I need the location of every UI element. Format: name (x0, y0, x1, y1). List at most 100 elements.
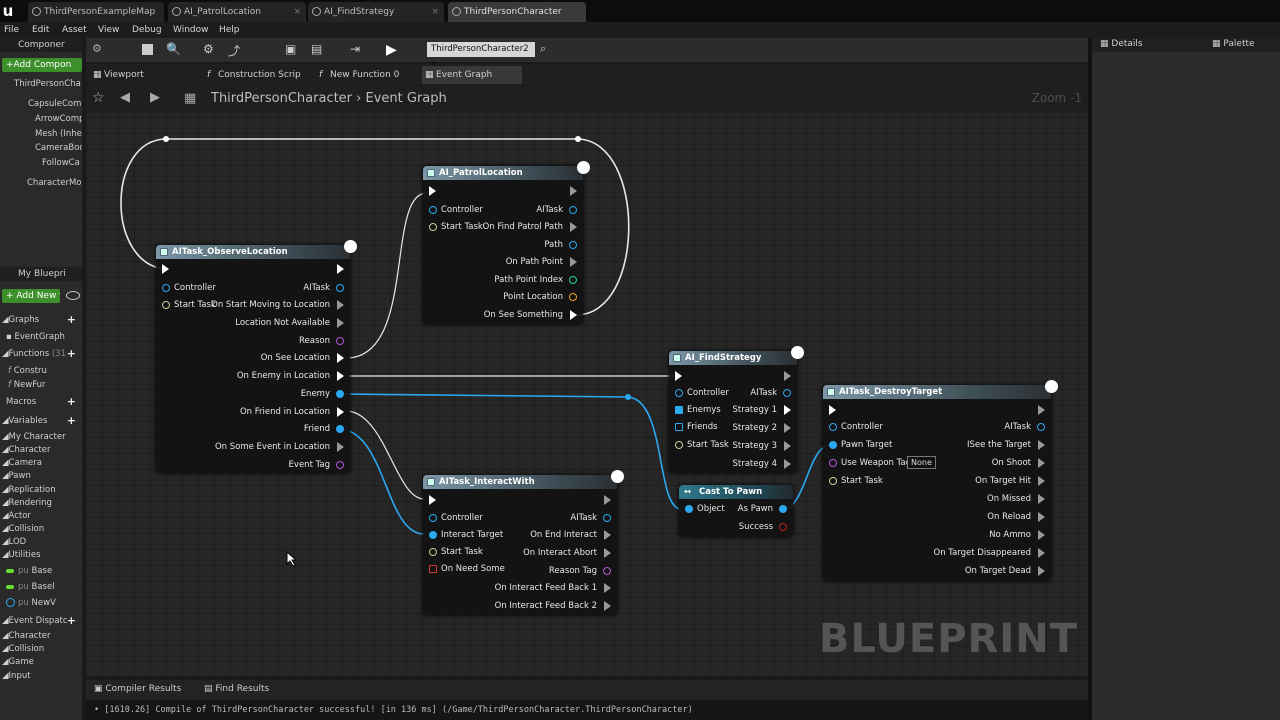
exec-out-pin[interactable] (1038, 440, 1045, 450)
breadcrumb-leaf[interactable]: Event Graph (366, 91, 447, 106)
doc-tab-map[interactable]: ThirdPersonExampleMap (28, 2, 164, 22)
starttask-pin[interactable] (429, 548, 437, 556)
graphs-section[interactable]: ◢Graphs (2, 314, 39, 326)
menu-edit[interactable]: Edit (32, 22, 49, 38)
palette-tab[interactable]: ▦ Palette (1212, 39, 1255, 49)
var-category[interactable]: ◢Actor (2, 510, 31, 522)
ed-category[interactable]: ◢Collision (2, 643, 44, 655)
exec-out-pin[interactable] (604, 530, 611, 540)
weapon-tag-field[interactable]: None (907, 456, 936, 469)
event-graph-canvas[interactable]: ☆ ◀ ▶ ▦ ThirdPersonCharacter › Event Gra… (86, 85, 1088, 676)
exec-out-pin[interactable] (337, 353, 344, 363)
node-interact-with[interactable]: AITask_InteractWith Controller Interact … (423, 470, 624, 615)
tab-new-function[interactable]: f New Function 0 (316, 66, 416, 84)
exec-out-pin[interactable] (784, 459, 791, 469)
node-destroy-target[interactable]: AITask_DestroyTarget Controller Pawn Tar… (823, 380, 1058, 581)
eventgraph-item[interactable]: ▪ EventGraph (6, 331, 65, 343)
doc-tab-findstrategy[interactable]: AI_FindStrategy × (308, 2, 444, 22)
functions-section[interactable]: ◢Functions (31 (2, 348, 66, 360)
breadcrumb-root[interactable]: ThirdPersonCharacter (211, 91, 352, 106)
exec-out-pin[interactable] (604, 583, 611, 593)
doc-tab-character[interactable]: ThirdPersonCharacter (448, 2, 586, 22)
friends-array-pin[interactable] (675, 423, 683, 431)
weapontag-pin[interactable] (829, 459, 837, 467)
class-settings-icon[interactable]: ⚙ (203, 42, 219, 58)
add-macro-icon[interactable]: + (67, 396, 76, 408)
tab-viewport[interactable]: ▦ Viewport (90, 66, 196, 84)
aitask-pin[interactable] (783, 389, 791, 397)
function-item[interactable]: f NewFur (8, 379, 46, 391)
var-category[interactable]: ◢Camera (2, 457, 42, 469)
eye-icon[interactable] (66, 291, 80, 300)
interacttarget-pin[interactable] (429, 531, 437, 539)
reroute-node[interactable] (163, 136, 169, 142)
tree-item-capsule[interactable]: CapsuleCom (28, 98, 81, 110)
object-pin[interactable] (685, 505, 693, 513)
exec-out-pin[interactable] (604, 495, 611, 505)
add-component-button[interactable]: +Add Compon (2, 58, 82, 72)
details-tab[interactable]: ▦ Details (1100, 39, 1143, 49)
node-cast-to-pawn[interactable]: ↔ Cast To Pawn Object As Pawn Success (679, 485, 793, 537)
controller-pin[interactable] (829, 423, 837, 431)
controller-pin[interactable] (675, 389, 683, 397)
exec-out-pin[interactable] (1038, 548, 1045, 558)
node-observe-location[interactable]: AITask_ObserveLocation Controller Start … (156, 240, 357, 473)
var-category[interactable]: ◢My Character (2, 431, 66, 443)
needsome-pin[interactable] (429, 565, 437, 573)
exec-in-pin[interactable] (162, 264, 169, 274)
compile-options-icon[interactable]: ⚙ (92, 42, 108, 58)
exec-out-pin[interactable] (570, 222, 577, 232)
exec-out-pin[interactable] (784, 441, 791, 451)
exec-out-pin[interactable] (337, 442, 344, 452)
reroute-node[interactable] (575, 136, 581, 142)
var-category[interactable]: ◢Character (2, 444, 51, 456)
simulation-icon[interactable]: ▣ (285, 42, 301, 58)
find-results-tab[interactable]: ▤ Find Results (204, 684, 269, 694)
starttask-pin[interactable] (675, 441, 683, 449)
exec-out-pin[interactable] (1038, 494, 1045, 504)
exec-out-pin[interactable] (1038, 512, 1045, 522)
as-pawn-pin[interactable] (779, 505, 787, 513)
exec-out-pin[interactable] (1038, 530, 1045, 540)
aitask-pin[interactable] (569, 206, 577, 214)
menu-debug[interactable]: Debug (132, 22, 162, 38)
exec-out-pin[interactable] (1038, 458, 1045, 468)
variable-item[interactable]: pu NewV (6, 597, 56, 609)
exec-out-pin[interactable] (570, 186, 577, 196)
exec-out-pin[interactable] (784, 423, 791, 433)
exec-out-pin[interactable] (1038, 566, 1045, 576)
tree-item-cameraboom[interactable]: CameraBoo (35, 142, 82, 154)
exec-out-pin[interactable] (337, 407, 344, 417)
friend-pin[interactable] (336, 425, 344, 433)
exec-out-pin[interactable] (604, 601, 611, 611)
exec-out-pin[interactable] (784, 405, 791, 415)
find-icon[interactable]: ▤ (311, 42, 327, 58)
node-patrol-location[interactable]: AI_PatrolLocation Controller Start Task … (423, 161, 590, 324)
controller-pin[interactable] (429, 514, 437, 522)
debug-step-icon[interactable]: ⇥ (350, 42, 366, 58)
forward-arrow-icon[interactable]: ▶ (150, 90, 160, 105)
class-defaults-icon[interactable]: ⤴ (228, 42, 244, 58)
ed-category[interactable]: ◢Character (2, 630, 51, 642)
magnifier-icon[interactable]: ⌕ (540, 42, 556, 58)
var-category[interactable]: ◢Replication (2, 484, 56, 496)
var-category[interactable]: ◢Collision (2, 523, 44, 535)
enemys-array-pin[interactable] (675, 406, 683, 414)
controller-pin[interactable] (429, 206, 437, 214)
ed-category[interactable]: ◢Input (2, 670, 31, 682)
path-pin[interactable] (569, 241, 577, 249)
menu-file[interactable]: File (4, 22, 19, 38)
aitask-pin[interactable] (603, 514, 611, 522)
doc-tab-patrol[interactable]: AI_PatrolLocation × (168, 2, 306, 22)
add-variable-icon[interactable]: + (67, 415, 76, 427)
var-category[interactable]: ◢Utilities (2, 549, 41, 561)
add-dispatcher-icon[interactable]: + (67, 615, 76, 627)
event-dispatchers-section[interactable]: ◢Event Dispatc (2, 615, 68, 627)
components-panel-header[interactable]: Componer (0, 38, 82, 52)
pawntarget-pin[interactable] (829, 441, 837, 449)
node-find-strategy[interactable]: AI_FindStrategy Controller Enemys Friend… (669, 346, 804, 473)
tree-item-mesh[interactable]: Mesh (Inhe (35, 128, 82, 140)
enemy-pin[interactable] (336, 390, 344, 398)
close-icon[interactable]: × (431, 2, 439, 22)
aitask-pin[interactable] (1037, 423, 1045, 431)
